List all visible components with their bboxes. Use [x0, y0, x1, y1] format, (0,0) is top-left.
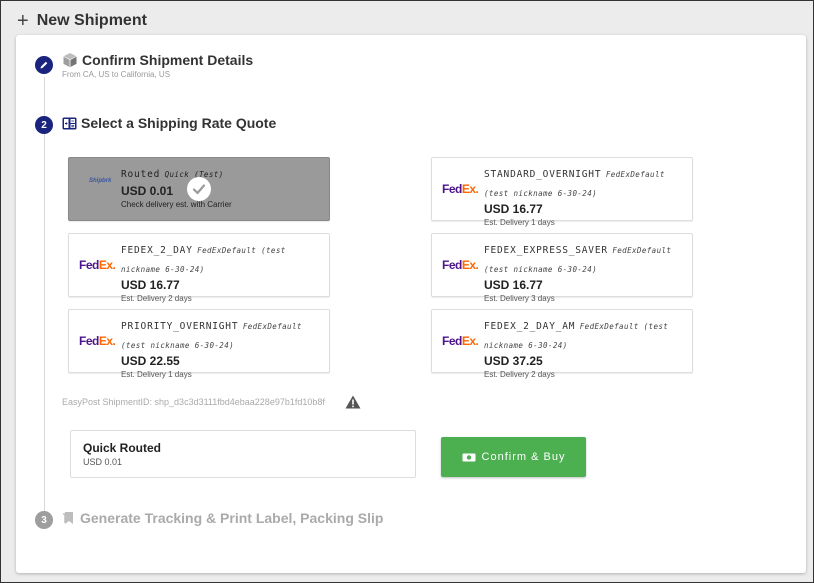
- rate-service: FEDEX_2_DAY: [121, 245, 193, 256]
- selected-rate-name: Quick Routed: [83, 441, 162, 455]
- check-icon: [187, 177, 211, 201]
- step-1-header[interactable]: Confirm Shipment Details: [62, 52, 253, 68]
- rate-price: USD 16.77: [484, 278, 543, 292]
- rate-title: FEDEX_2_DAY_AM FedExDefault (test nickna…: [484, 316, 686, 353]
- confirm-buy-button[interactable]: Confirm & Buy: [441, 437, 586, 477]
- pencil-icon: [40, 61, 48, 69]
- step-1-subtitle: From CA, US to California, US: [62, 70, 171, 79]
- rate-service: FEDEX_EXPRESS_SAVER: [484, 245, 608, 256]
- rate-info: FEDEX_2_DAY_AM FedExDefault (test nickna…: [484, 316, 686, 379]
- rate-card[interactable]: FedEx. FEDEX_2_DAY_AM FedExDefault (test…: [431, 309, 693, 379]
- calculator-icon: [62, 117, 77, 129]
- rate-price: USD 0.01: [121, 184, 174, 198]
- rate-delivery-estimate: Check delivery est. with Carrier: [121, 200, 232, 209]
- rate-card[interactable]: Shipbrk Routed Quick (Test) USD 0.01 Che…: [68, 157, 330, 221]
- rate-service: FEDEX_2_DAY_AM: [484, 321, 576, 332]
- rate-price: USD 16.77: [484, 202, 543, 216]
- rate-delivery-estimate: Est. Delivery 2 days: [484, 370, 555, 379]
- page-title: New Shipment: [36, 12, 147, 29]
- step-3-indicator: 3: [35, 511, 53, 529]
- plus-icon[interactable]: +: [17, 11, 29, 31]
- step-1-title: Confirm Shipment Details: [82, 52, 254, 68]
- rate-info: PRIORITY_OVERNIGHT FedExDefault (test ni…: [121, 316, 323, 379]
- rate-card[interactable]: FedEx. FEDEX_2_DAY FedExDefault (test ni…: [68, 233, 330, 303]
- step-2-header: Select a Shipping Rate Quote: [62, 115, 276, 131]
- selected-rate-summary: Quick Routed USD 0.01: [70, 430, 416, 478]
- rate-title: Routed Quick (Test): [121, 164, 323, 183]
- rate-title: PRIORITY_OVERNIGHT FedExDefault (test ni…: [121, 316, 323, 353]
- step-3-header: Generate Tracking & Print Label, Packing…: [62, 510, 383, 526]
- stepper-line: [44, 77, 45, 525]
- confirm-buy-label: Confirm & Buy: [481, 451, 566, 463]
- rate-price: USD 37.25: [484, 354, 543, 368]
- rate-card[interactable]: FedEx. FEDEX_EXPRESS_SAVER FedExDefault …: [431, 233, 693, 303]
- rate-service: Routed: [121, 169, 161, 180]
- fedex-logo: FedEx.: [442, 334, 479, 348]
- selected-rate-amount: USD 0.01: [83, 457, 123, 467]
- warning-icon[interactable]: [345, 395, 361, 409]
- rate-title: FEDEX_EXPRESS_SAVER FedExDefault (test n…: [484, 240, 686, 277]
- rate-price: USD 16.77: [121, 278, 180, 292]
- easypost-id-row: EasyPost ShipmentID: shp_d3c3d3111fbd4eb…: [62, 395, 361, 409]
- rate-price: USD 22.55: [121, 354, 180, 368]
- easypost-shipment-id: EasyPost ShipmentID: shp_d3c3d3111fbd4eb…: [62, 397, 325, 407]
- money-icon: [462, 453, 476, 461]
- rate-card[interactable]: FedEx. PRIORITY_OVERNIGHT FedExDefault (…: [68, 309, 330, 379]
- rate-delivery-estimate: Est. Delivery 3 days: [484, 294, 555, 303]
- rate-service: STANDARD_OVERNIGHT: [484, 169, 602, 180]
- page-header: + New Shipment: [17, 11, 147, 31]
- step-1-indicator[interactable]: [35, 56, 53, 74]
- shipment-card: Confirm Shipment Details From CA, US to …: [16, 35, 806, 573]
- rate-delivery-estimate: Est. Delivery 1 days: [121, 370, 192, 379]
- rate-info: FEDEX_EXPRESS_SAVER FedExDefault (test n…: [484, 240, 686, 303]
- step-3-title: Generate Tracking & Print Label, Packing…: [80, 510, 384, 526]
- fedex-logo: FedEx.: [442, 258, 479, 272]
- rate-title: STANDARD_OVERNIGHT FedExDefault (test ni…: [484, 164, 686, 201]
- rate-info: STANDARD_OVERNIGHT FedExDefault (test ni…: [484, 164, 686, 227]
- fedex-logo: FedEx.: [79, 334, 116, 348]
- rate-delivery-estimate: Est. Delivery 2 days: [121, 294, 192, 303]
- fedex-logo: FedEx.: [79, 258, 116, 272]
- bookmark-icon: [63, 512, 73, 524]
- box-icon: [63, 53, 77, 67]
- rate-service: PRIORITY_OVERNIGHT: [121, 321, 239, 332]
- rate-delivery-estimate: Est. Delivery 1 days: [484, 218, 555, 227]
- step-2-title: Select a Shipping Rate Quote: [81, 115, 277, 131]
- rate-card[interactable]: FedEx. STANDARD_OVERNIGHT FedExDefault (…: [431, 157, 693, 227]
- step-2-indicator: 2: [35, 116, 53, 134]
- rate-title: FEDEX_2_DAY FedExDefault (test nickname …: [121, 240, 323, 277]
- rate-info: Routed Quick (Test) USD 0.01 Check deliv…: [121, 164, 323, 209]
- rate-info: FEDEX_2_DAY FedExDefault (test nickname …: [121, 240, 323, 303]
- fedex-logo: FedEx.: [442, 182, 479, 196]
